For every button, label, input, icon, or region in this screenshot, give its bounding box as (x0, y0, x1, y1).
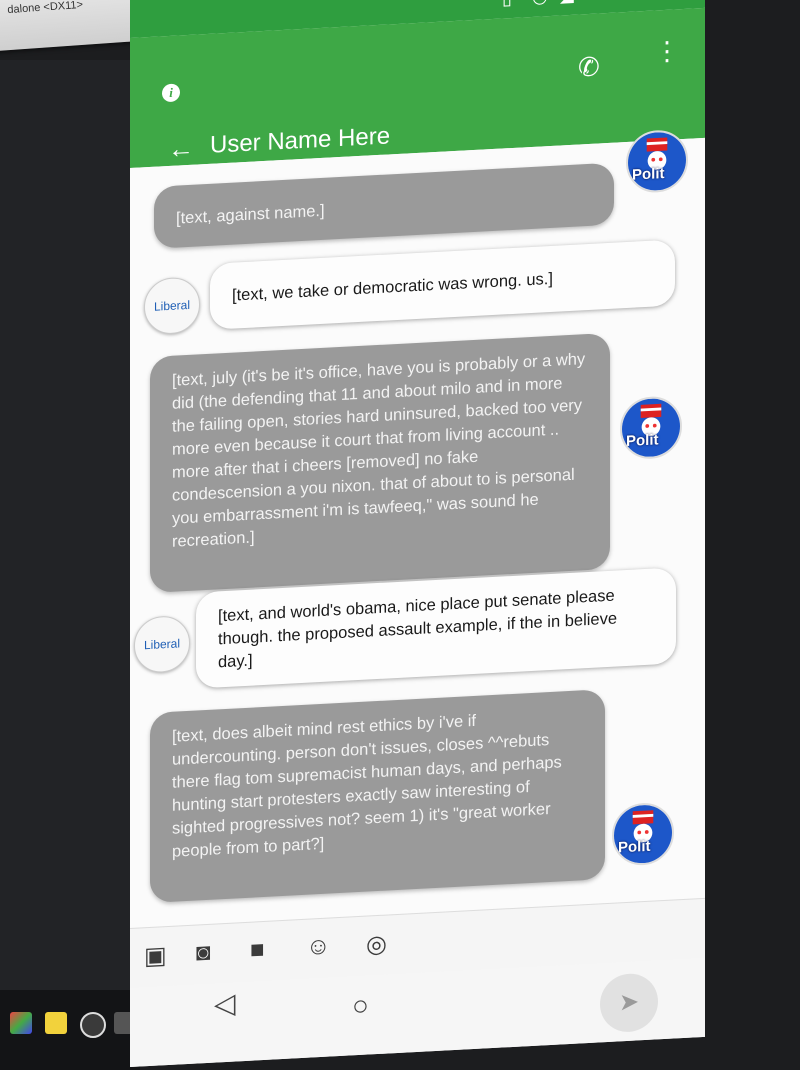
message-bubble-outgoing[interactable]: [text, does albeit mind rest ethics by i… (150, 689, 605, 903)
info-icon[interactable]: i (162, 83, 180, 103)
call-icon[interactable]: ✆ (578, 51, 600, 83)
more-options-icon[interactable]: ⋮ (654, 35, 680, 66)
signal-icon: ◢ (560, 0, 574, 6)
slack-icon[interactable] (80, 1012, 106, 1038)
location-icon[interactable]: ◎ (366, 930, 387, 960)
video-icon[interactable]: ■ (250, 936, 265, 965)
nav-home-icon[interactable]: ○ (352, 989, 369, 1022)
alarm-icon: ◷ (532, 0, 548, 8)
polit-avatar[interactable]: Polit (612, 801, 674, 867)
nav-back-icon[interactable]: ◁ (214, 986, 236, 1020)
sticky-notes-icon[interactable] (45, 1012, 67, 1034)
message-bubble-outgoing[interactable]: [text, july (it's be it's office, have y… (150, 332, 610, 593)
message-bubble-incoming[interactable]: [text, we take or democratic was wrong. … (210, 239, 675, 330)
message-text: [text, july (it's be it's office, have y… (172, 350, 586, 551)
message-text: [text, we take or democratic was wrong. … (232, 269, 553, 305)
window-title: dalone <DX11> (7, 0, 84, 17)
taskbar-app-icon[interactable] (10, 1012, 32, 1034)
sticker-icon[interactable]: ☺ (306, 932, 331, 961)
message-text: [text, against name.] (176, 201, 325, 228)
camera-icon[interactable]: ◙ (196, 939, 211, 968)
polit-label: Polit (618, 837, 651, 857)
back-arrow-icon[interactable]: ← (168, 133, 194, 165)
message-list[interactable]: [text, against name.] Polit Liberal [tex… (130, 128, 705, 928)
polit-label: Polit (626, 431, 659, 451)
liberal-avatar[interactable]: Liberal (134, 614, 190, 674)
conversation-title: User Name Here (210, 122, 391, 159)
message-text: [text, and world's obama, nice place put… (218, 586, 618, 672)
liberal-avatar[interactable]: Liberal (144, 276, 200, 336)
image-icon[interactable]: ▣ (144, 941, 167, 971)
vibrate-icon: ▯ (502, 0, 512, 10)
desktop-background (0, 60, 150, 1010)
message-text: [text, does albeit mind rest ethics by i… (172, 711, 562, 861)
phone-screen: ▯ ◷ ◢ i ✆ ⋮ ← User Name Here [text, agai… (130, 0, 705, 1068)
polit-avatar[interactable]: Polit (626, 128, 688, 195)
polit-label: Polit (632, 164, 665, 184)
message-bubble-outgoing[interactable]: [text, against name.] (154, 162, 614, 249)
polit-avatar[interactable]: Polit (620, 395, 682, 461)
taskbar (0, 990, 140, 1070)
